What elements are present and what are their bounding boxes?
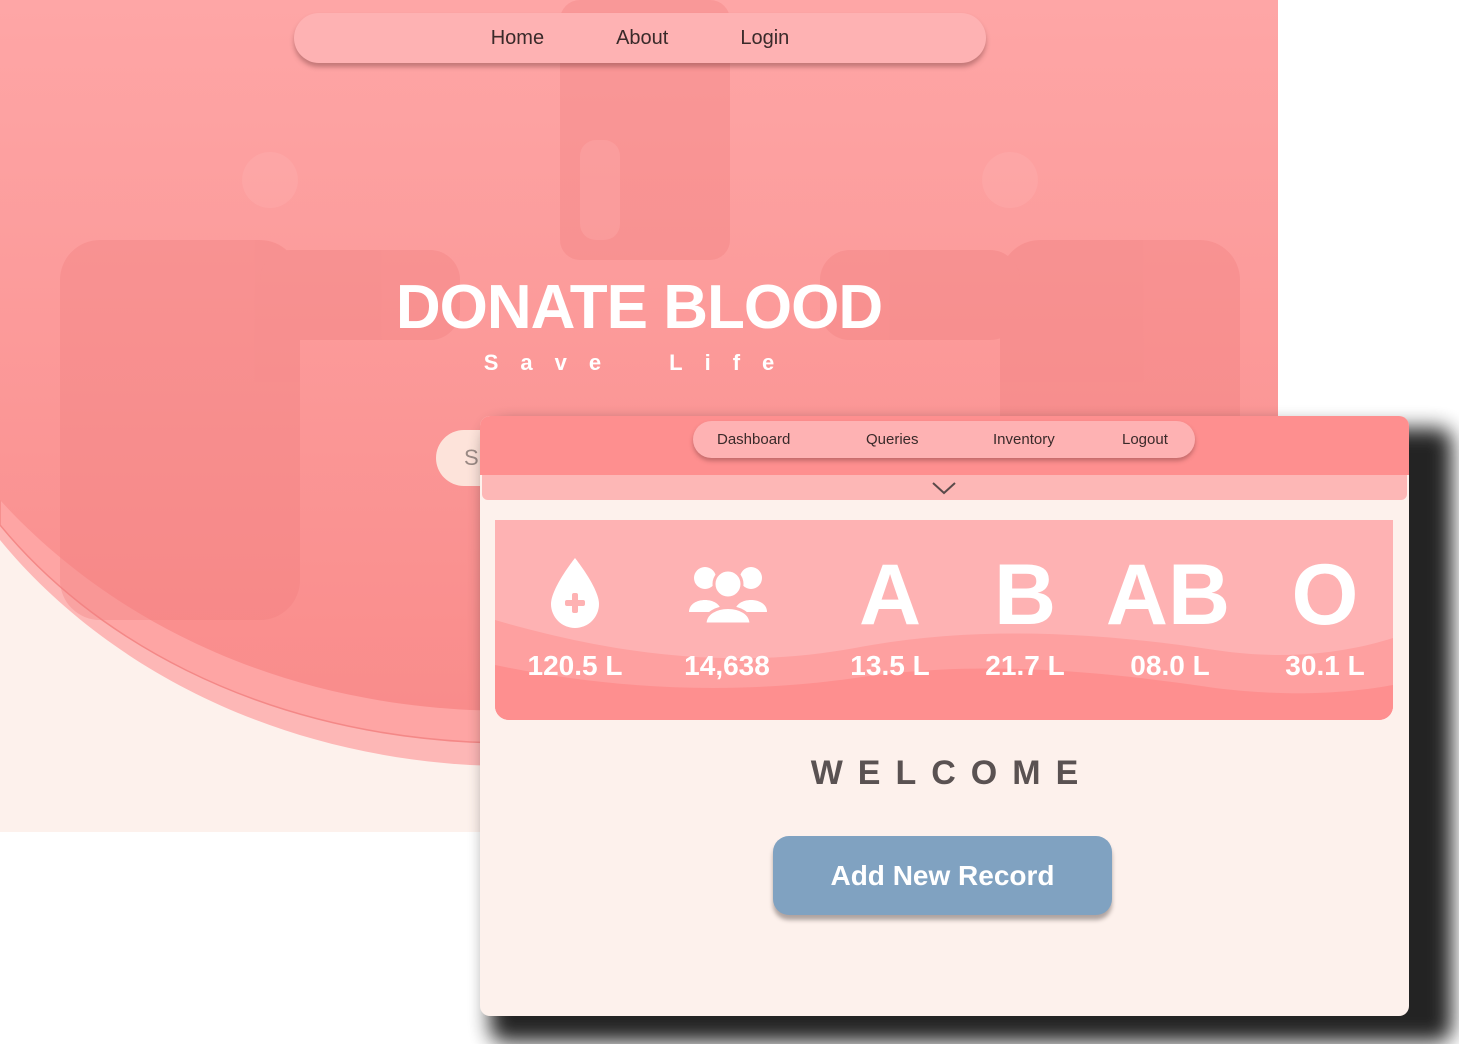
- blood-type-ab-label: AB: [1105, 547, 1231, 643]
- blood-drop-plus-icon: [551, 558, 599, 628]
- dashboard-window: Dashboard Queries Inventory Logout A B A…: [480, 416, 1409, 1016]
- nav-dashboard-link[interactable]: Dashboard: [717, 421, 790, 458]
- welcome-heading: WELCOME: [810, 754, 1094, 792]
- blood-b-value: 21.7 L: [985, 650, 1065, 681]
- blood-type-b-label: B: [993, 547, 1057, 643]
- nav-home-link[interactable]: Home: [455, 27, 580, 50]
- hero-subtitle: Save Life: [483, 350, 797, 375]
- add-new-record-button[interactable]: Add New Record: [773, 836, 1112, 915]
- nav-logout-link[interactable]: Logout: [1122, 421, 1168, 458]
- nav-queries-link[interactable]: Queries: [866, 421, 919, 458]
- blood-o-value: 30.1 L: [1285, 650, 1365, 681]
- landing-navbar: Home About Login: [294, 13, 986, 63]
- nav-about-link[interactable]: About: [580, 27, 704, 50]
- blood-type-o-label: O: [1291, 547, 1359, 643]
- nav-inventory-link[interactable]: Inventory: [993, 421, 1055, 458]
- dashboard-navbar: Dashboard Queries Inventory Logout: [693, 421, 1195, 458]
- donor-count-value: 14,638: [684, 650, 770, 681]
- blood-ab-value: 08.0 L: [1130, 650, 1210, 681]
- blood-type-a-label: A: [858, 547, 922, 643]
- blood-stats-panel: A B AB O 120.5 L 14,638 13.5 L 21.7 L 08…: [495, 520, 1393, 720]
- chevron-down-icon[interactable]: [929, 476, 959, 498]
- hero-title: DONATE BLOOD: [395, 273, 883, 342]
- nav-login-link[interactable]: Login: [704, 27, 825, 50]
- total-blood-value: 120.5 L: [527, 650, 623, 681]
- users-group-icon: [689, 567, 767, 626]
